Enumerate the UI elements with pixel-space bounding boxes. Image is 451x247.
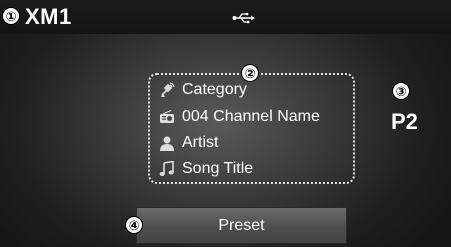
- callout-4: ④: [125, 216, 143, 234]
- callout-1: ①: [2, 7, 20, 25]
- satellite-icon: [158, 81, 176, 99]
- category-label: Category: [182, 81, 247, 98]
- radio-screen: XM1 Category 004 Channel Name Artist Son…: [0, 0, 451, 247]
- now-playing-info: Category 004 Channel Name Artist Song Ti…: [148, 73, 355, 184]
- band-label: XM1: [25, 4, 72, 29]
- usb-icon: [232, 12, 255, 24]
- music-note-icon: [158, 160, 176, 178]
- preset-number: P2: [391, 109, 418, 134]
- status-bar: XM1: [0, 0, 451, 34]
- preset-button[interactable]: Preset: [136, 207, 347, 244]
- callout-3: ③: [392, 82, 410, 100]
- song-row[interactable]: Song Title: [158, 158, 253, 180]
- category-row[interactable]: Category: [158, 79, 247, 101]
- callout-2: ②: [241, 64, 259, 82]
- radio-icon: [158, 108, 176, 126]
- song-title-label: Song Title: [182, 160, 254, 177]
- channel-row[interactable]: 004 Channel Name: [158, 106, 320, 128]
- artist-label: Artist: [182, 134, 219, 151]
- artist-row[interactable]: Artist: [158, 132, 218, 154]
- person-icon: [158, 134, 176, 152]
- channel-name-label: 004 Channel Name: [182, 108, 320, 125]
